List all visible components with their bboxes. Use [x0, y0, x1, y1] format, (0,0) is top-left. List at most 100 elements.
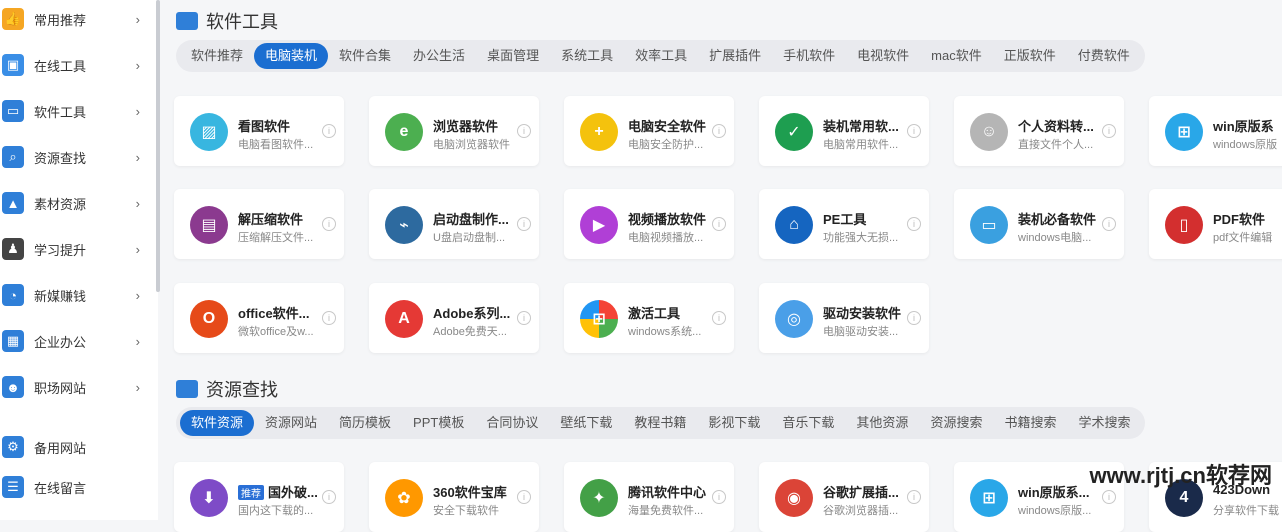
sidebar-scrollbar[interactable]: [156, 0, 160, 292]
info-icon[interactable]: i: [517, 311, 531, 325]
sidebar-item-3[interactable]: ⌕ 资源查找 ›: [0, 142, 150, 172]
tab-software-8[interactable]: 手机软件: [772, 43, 846, 69]
sidebar-item-8[interactable]: ☻ 职场网站 ›: [0, 372, 150, 402]
info-icon[interactable]: i: [322, 311, 336, 325]
thumbs-up-icon: 👍: [2, 8, 24, 30]
tool-card[interactable]: ⊞win原版系windows原版i: [1149, 96, 1282, 166]
sidebar-item-label: 职场网站: [34, 380, 87, 396]
sidebar-item-5[interactable]: ♟ 学习提升 ›: [0, 234, 150, 264]
profile-icon: ☺: [970, 113, 1008, 151]
tab-resources-8[interactable]: 音乐下载: [771, 410, 845, 436]
tab-software-4[interactable]: 桌面管理: [476, 43, 550, 69]
chevron-right-icon: ›: [135, 379, 140, 395]
pie-chart-icon: ◔: [2, 284, 24, 306]
tab-software-3[interactable]: 办公生活: [402, 43, 476, 69]
sidebar-item-label: 常用推荐: [34, 12, 87, 28]
tool-card[interactable]: A Adobe系列... Adobe免费天... i: [369, 283, 539, 353]
tab-resources-10[interactable]: 资源搜索: [919, 410, 993, 436]
chat-icon: ☰: [2, 476, 24, 498]
tool-card[interactable]: ▭ 装机必备软件 windows电脑... i: [954, 189, 1124, 259]
info-icon[interactable]: i: [712, 311, 726, 325]
sidebar-item-6[interactable]: ◔ 新媒赚钱 ›: [0, 280, 150, 310]
tab-resources-5[interactable]: 壁纸下载: [549, 410, 623, 436]
info-icon[interactable]: i: [322, 490, 336, 504]
tool-card[interactable]: Ooffice软件... 微软office及w... i: [174, 283, 344, 353]
tab-resources-6[interactable]: 教程书籍: [623, 410, 697, 436]
info-icon[interactable]: i: [322, 217, 336, 231]
tab-software-1[interactable]: 电脑装机: [254, 43, 329, 69]
tool-card[interactable]: ⬇ 推荐 国外破... 国内这下载的... i: [174, 462, 344, 532]
tab-software-11[interactable]: 正版软件: [993, 43, 1067, 69]
info-icon[interactable]: i: [1102, 490, 1116, 504]
info-icon[interactable]: i: [712, 217, 726, 231]
software-tab-bar: 软件推荐 电脑装机 软件合集 办公生活 桌面管理 系统工具 效率工具 扩展插件 手机软件 电视软件…: [176, 40, 1145, 72]
sidebar-item-label: 企业办公: [34, 334, 87, 350]
sidebar-item-label: 素材资源: [34, 196, 87, 212]
sidebar-item-label: 软件工具: [34, 104, 87, 120]
sidebar-item-9[interactable]: ⚙ 备用网站: [0, 432, 150, 462]
tab-software-5[interactable]: 系统工具: [550, 43, 624, 69]
tab-resources-2[interactable]: 简历模板: [328, 410, 402, 436]
card-title: 启动盘制作...: [433, 212, 509, 227]
tool-card[interactable]: ▶ 视频播放软件 电脑视频播放... i: [564, 189, 734, 259]
driver-icon: ◎: [775, 300, 813, 338]
info-icon[interactable]: i: [517, 490, 531, 504]
info-icon[interactable]: i: [712, 124, 726, 138]
tool-card[interactable]: ✦ 腾讯软件中心 海量免费软件... i: [564, 462, 734, 532]
tab-software-6[interactable]: 效率工具: [624, 43, 698, 69]
tab-software-12[interactable]: 付费软件: [1067, 43, 1141, 69]
card-subtitle: 电脑安全防护...: [628, 139, 704, 151]
tab-resources-1[interactable]: 资源网站: [254, 410, 328, 436]
tool-card[interactable]: ▯PDF软件pdf文件编辑i: [1149, 189, 1282, 259]
tool-card[interactable]: + 电脑安全软件 电脑安全防护... i: [564, 96, 734, 166]
tab-software-9[interactable]: 电视软件: [846, 43, 920, 69]
tab-resources-9[interactable]: 其他资源: [845, 410, 919, 436]
tool-card[interactable]: ⌁ 启动盘制作... U盘启动盘制... i: [369, 189, 539, 259]
tab-resources-11[interactable]: 书籍搜索: [993, 410, 1067, 436]
info-icon[interactable]: i: [517, 124, 531, 138]
tab-resources-4[interactable]: 合同协议: [475, 410, 549, 436]
sidebar-item-4[interactable]: ▲ 素材资源 ›: [0, 188, 150, 218]
tool-card[interactable]: ☺ 个人资料转... 直接文件个人... i: [954, 96, 1124, 166]
tab-software-10[interactable]: mac软件: [920, 43, 993, 69]
sidebar-item-label: 学习提升: [34, 242, 87, 258]
sidebar-item-7[interactable]: ▦ 企业办公 ›: [0, 326, 150, 356]
tool-card[interactable]: ◎ 驱动安装软件 电脑驱动安装... i: [759, 283, 929, 353]
tab-resources-12[interactable]: 学术搜索: [1067, 410, 1141, 436]
info-icon[interactable]: i: [1102, 217, 1116, 231]
card-title: 谷歌扩展插...: [823, 485, 899, 500]
info-icon[interactable]: i: [907, 311, 921, 325]
tab-resources-3[interactable]: PPT模板: [402, 410, 475, 436]
card-title: 解压缩软件: [238, 212, 304, 227]
tool-card[interactable]: ▤ 解压缩软件 压缩解压文件... i: [174, 189, 344, 259]
tab-resources-0[interactable]: 软件资源: [180, 410, 255, 436]
chevron-right-icon: ›: [135, 11, 140, 27]
card-subtitle: 电脑驱动安装...: [823, 326, 899, 338]
info-icon[interactable]: i: [907, 124, 921, 138]
tool-card[interactable]: ▨ 看图软件 电脑看图软件... i: [174, 96, 344, 166]
info-icon[interactable]: i: [907, 217, 921, 231]
info-icon[interactable]: i: [712, 490, 726, 504]
office-icon: O: [190, 300, 228, 338]
sidebar-item-1[interactable]: ▣ 在线工具 ›: [0, 50, 150, 80]
sidebar-item-label: 备用网站: [34, 440, 87, 456]
chevron-right-icon: ›: [135, 149, 140, 165]
tab-software-0[interactable]: 软件推荐: [180, 43, 254, 69]
sidebar-item-2[interactable]: ▭ 软件工具 ›: [0, 96, 150, 126]
tool-card[interactable]: ✓ 装机常用软... 电脑常用软件... i: [759, 96, 929, 166]
info-icon[interactable]: i: [322, 124, 336, 138]
tool-card[interactable]: ✿ 360软件宝库 安全下载软件 i: [369, 462, 539, 532]
info-icon[interactable]: i: [907, 490, 921, 504]
info-icon[interactable]: i: [517, 217, 531, 231]
info-icon[interactable]: i: [1102, 124, 1116, 138]
recommend-badge: 推荐: [238, 485, 264, 500]
sidebar-item-0[interactable]: 👍 常用推荐 ›: [0, 4, 150, 34]
sidebar-item-10[interactable]: ☰ 在线留言: [0, 472, 150, 502]
tab-software-2[interactable]: 软件合集: [328, 43, 402, 69]
tool-card[interactable]: e 浏览器软件 电脑浏览器软件 i: [369, 96, 539, 166]
tool-card[interactable]: ⌂ PE工具 功能强大无损... i: [759, 189, 929, 259]
tool-card[interactable]: ◉ 谷歌扩展插... 谷歌浏览器插... i: [759, 462, 929, 532]
tab-resources-7[interactable]: 影视下载: [697, 410, 771, 436]
tool-card[interactable]: ⊞ 激活工具 windows系统... i: [564, 283, 734, 353]
tab-software-7[interactable]: 扩展插件: [698, 43, 772, 69]
